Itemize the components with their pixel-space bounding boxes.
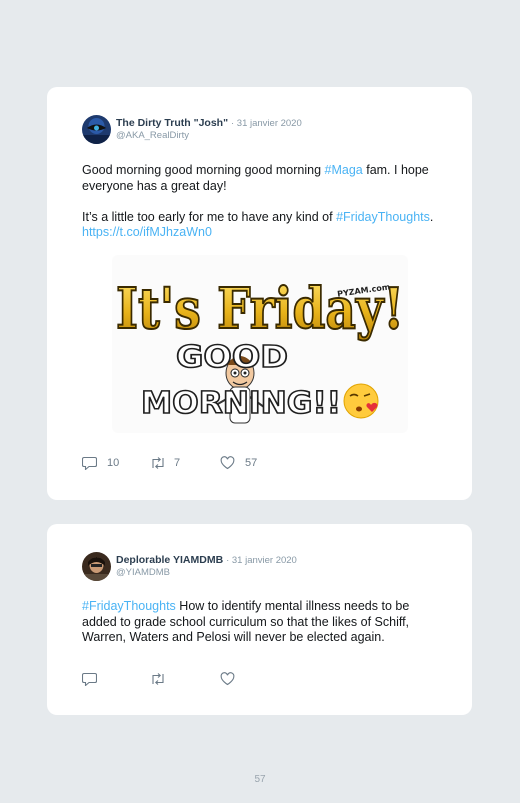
tweet-card: The Dirty Truth "Josh" · 31 janvier 2020… [47,87,472,500]
tweet-actions: 10 7 57 [82,456,382,472]
tweet-paragraph: Good morning good morning good morning #… [82,163,437,194]
reply-count: 10 [107,457,120,469]
tweet-text-segment: Good morning good morning good morning [82,163,325,177]
tweet-text-segment: It’s a little too early for me to have a… [82,209,337,224]
reply-button[interactable]: 10 [82,456,119,470]
image-caption-good: GOOD [176,340,288,375]
author-handle[interactable]: @YIAMDMB [116,567,170,579]
hashtag-link[interactable]: #Maga [325,163,363,177]
tweet-text: Good morning good morning good morning #… [82,163,437,241]
retweet-count: 7 [174,457,181,469]
tweet-date[interactable]: · 31 janvier 2020 [226,555,297,566]
hashtag-link[interactable]: #FridayThoughts [336,210,430,224]
author-name[interactable]: The Dirty Truth "Josh" [116,117,228,129]
author-line: Deplorable YIAMDMB · 31 janvier 2020 [116,554,297,567]
retweet-button[interactable] [150,672,166,686]
author-name[interactable]: Deplorable YIAMDMB [116,554,223,566]
reply-icon [82,672,97,686]
avatar[interactable] [82,552,111,581]
tweet-text-segment: . [429,209,434,224]
tweet-paragraph: #FridayThoughts How to identify mental i… [82,599,437,646]
reply-icon [82,456,97,470]
tweet-header: The Dirty Truth "Josh" · 31 janvier 2020… [82,115,442,147]
avatar[interactable] [82,115,111,144]
url-link[interactable]: https://t.co/ifMJhzaWn0 [82,225,212,239]
retweet-icon [150,456,166,470]
author-line: The Dirty Truth "Josh" · 31 janvier 2020 [116,117,302,130]
author-handle[interactable]: @AKA_RealDirty [116,130,189,142]
like-count: 57 [245,457,258,469]
tweet-actions [82,672,382,688]
reply-button[interactable] [82,672,97,686]
kissing-emoji-icon [343,383,379,419]
like-icon [220,456,235,470]
tweet-header: Deplorable YIAMDMB · 31 janvier 2020 @YI… [82,552,442,584]
tweet-card: Deplorable YIAMDMB · 31 janvier 2020 @YI… [47,524,472,715]
like-button[interactable] [220,672,235,686]
like-icon [220,672,235,686]
tweet-image[interactable]: It's Friday! PYZAM.com GOOD MORNING!! [112,255,408,433]
hashtag-link[interactable]: #FridayThoughts [82,599,176,613]
page-number: 57 [254,774,266,785]
retweet-button[interactable]: 7 [150,456,180,470]
tweet-date[interactable]: · 31 janvier 2020 [231,118,302,129]
tweet-text: #FridayThoughts How to identify mental i… [82,599,437,646]
retweet-icon [150,672,166,686]
tweet-paragraph: It’s a little too early for me to have a… [82,210,437,241]
like-button[interactable]: 57 [220,456,257,470]
image-caption-morning: MORNING!! [141,386,341,421]
